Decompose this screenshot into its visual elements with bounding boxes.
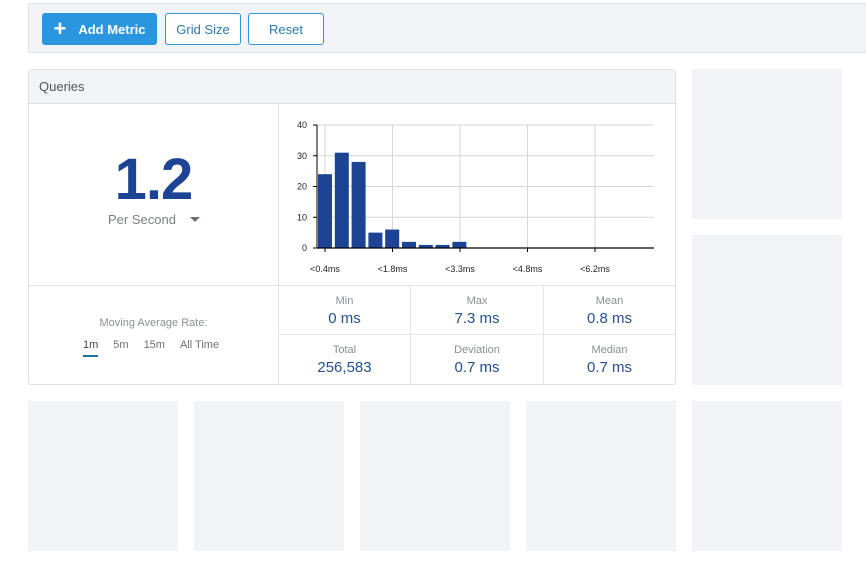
x-tick-label: <4.8ms <box>513 264 543 274</box>
stats-grid: Min 0 ms Max 7.3 ms Mean 0.8 ms Total 256,58… <box>279 285 675 384</box>
empty-metric-slot <box>692 235 842 385</box>
stat-value: 0.8 ms <box>586 310 632 327</box>
card-title: Queries <box>29 70 675 104</box>
grid-size-button[interactable]: Grid Size <box>165 13 241 45</box>
histogram-bar <box>368 232 383 248</box>
stat-min: Min 0 ms <box>279 286 411 335</box>
histogram-bar <box>452 241 467 248</box>
empty-metric-slot <box>692 69 842 219</box>
histogram-chart: 0 10 20 30 40 <0.4ms <1.8ms <3.3ms <4.8ms <6.2ms <box>279 104 675 285</box>
stat-label: Median <box>591 344 628 356</box>
toolbar: + Add Metric Grid Size Reset <box>28 3 866 53</box>
stat-label: Max <box>466 295 488 307</box>
histogram-svg: 0 10 20 30 40 <0.4ms <1.8ms <3.3ms <4.8ms <6.2ms <box>297 120 654 274</box>
reset-button[interactable]: Reset <box>248 13 324 45</box>
stat-label: Min <box>335 295 354 307</box>
queries-metric-card: Queries 1.2 Per Second 0 10 20 30 40 <0.4ms <1… <box>28 69 676 385</box>
stat-total: Total 256,583 <box>279 335 411 384</box>
stat-median: Median 0.7 ms <box>544 335 675 384</box>
empty-metric-slot <box>194 401 344 551</box>
empty-metric-slot <box>28 401 178 551</box>
add-metric-label: Add Metric <box>78 21 146 37</box>
rate-panel: 1.2 Per Second <box>29 104 279 285</box>
moving-average-panel: Moving Average Rate: 1m 5m 15m All Time <box>29 285 279 384</box>
stat-value: 0.7 ms <box>454 359 500 376</box>
histogram-bar <box>334 152 349 248</box>
rate-value: 1.2 <box>114 147 194 212</box>
stat-label: Total <box>332 344 357 356</box>
add-metric-button[interactable]: + Add Metric <box>42 13 157 45</box>
empty-metric-slot <box>692 401 842 551</box>
stat-mean: Mean 0.8 ms <box>544 286 675 335</box>
empty-metric-slot <box>360 401 510 551</box>
x-tick-label: <3.3ms <box>445 264 475 274</box>
stat-value: 0.7 ms <box>586 359 632 376</box>
stat-label: Deviation <box>454 344 500 356</box>
rate-unit-dropdown[interactable]: Per Second <box>108 212 200 227</box>
y-tick-label: 30 <box>297 151 307 161</box>
y-tick-label: 0 <box>302 243 307 253</box>
stat-label: Mean <box>595 295 624 307</box>
stat-deviation: Deviation 0.7 ms <box>411 335 544 384</box>
moving-average-label: Moving Average Rate: <box>99 317 208 329</box>
rate-tab-1m[interactable]: 1m <box>83 339 99 357</box>
y-tick-label: 20 <box>297 182 307 192</box>
empty-metric-slot <box>526 401 676 551</box>
x-tick-label: <6.2ms <box>580 264 610 274</box>
histogram-bar <box>318 174 332 248</box>
histogram-bar <box>385 229 400 248</box>
histogram-bar <box>402 241 416 248</box>
y-tick-label: 10 <box>297 212 307 222</box>
rate-tab-15m[interactable]: 15m <box>144 339 165 357</box>
stat-value: 7.3 ms <box>454 310 500 327</box>
plus-icon: + <box>53 16 67 41</box>
rate-unit-label: Per Second <box>108 212 176 227</box>
rate-tabs: 1m 5m 15m All Time <box>83 339 234 357</box>
x-tick-label: <1.8ms <box>378 264 408 274</box>
rate-tab-all-time[interactable]: All Time <box>180 339 219 357</box>
y-tick-label: 40 <box>297 120 307 130</box>
x-tick-label: <0.4ms <box>310 264 340 274</box>
stat-value: 256,583 <box>317 359 372 376</box>
histogram-bar <box>351 161 366 248</box>
caret-down-icon <box>189 217 200 222</box>
stat-value: 0 ms <box>328 310 361 327</box>
stat-max: Max 7.3 ms <box>411 286 544 335</box>
rate-tab-5m[interactable]: 5m <box>113 339 128 357</box>
